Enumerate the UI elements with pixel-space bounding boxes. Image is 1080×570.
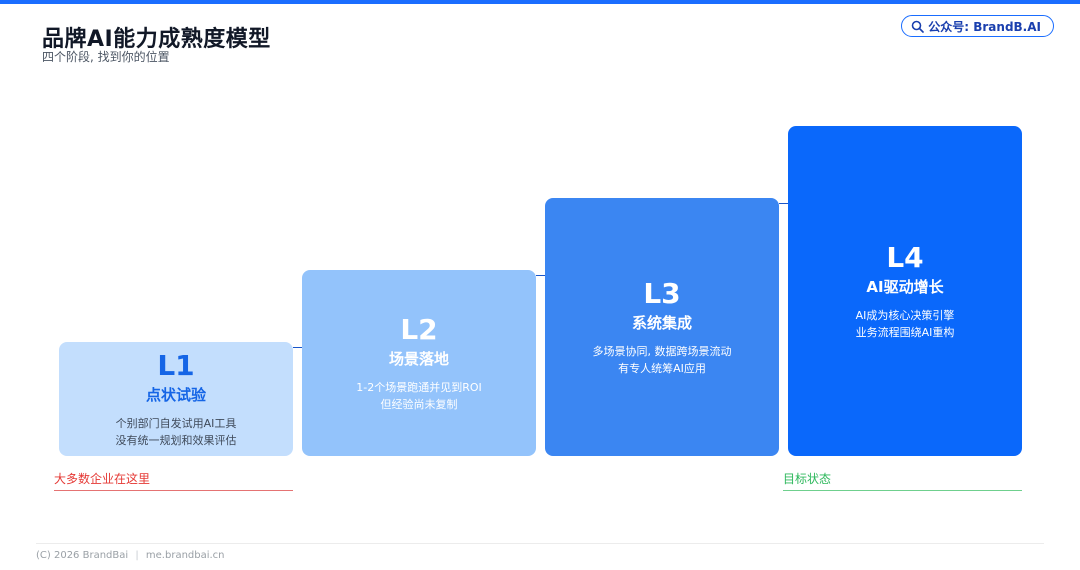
stage-l2-card: L2 场景落地 1-2个场景跑通并见到ROI 但经验尚未复制 xyxy=(302,270,536,456)
footer-site-link[interactable]: me.brandbai.cn xyxy=(146,550,225,561)
current-state-marker: 大多数企业在这里 xyxy=(54,470,293,491)
footer-divider xyxy=(36,543,1044,544)
stage-level: L1 xyxy=(157,348,195,382)
target-state-marker: 目标状态 xyxy=(783,470,1022,491)
stage-desc-line: 多场景协同, 数据跨场景流动 xyxy=(592,344,732,358)
footer: (C) 2026 BrandBai | me.brandbai.cn xyxy=(36,550,225,561)
stage-desc-line: 有专人统筹AI应用 xyxy=(618,361,706,375)
badge-text: 公众号: BrandB.AI xyxy=(928,19,1041,34)
stage-l1-card: L1 点状试验 个别部门自发试用AI工具 没有统一规划和效果评估 xyxy=(59,342,293,456)
stage-connector xyxy=(536,275,545,276)
stage-level: L2 xyxy=(400,312,438,346)
stage-l4-card: L4 AI驱动增长 AI成为核心决策引擎 业务流程围绕AI重构 xyxy=(788,126,1022,456)
top-accent-bar xyxy=(0,0,1080,4)
stage-name: 点状试验 xyxy=(145,385,206,404)
stage-name: AI驱动增长 xyxy=(866,277,944,296)
stage-name: 系统集成 xyxy=(631,313,692,332)
stage-connector xyxy=(293,347,302,348)
page-subtitle: 四个阶段, 找到你的位置 xyxy=(42,50,170,64)
stage-level: L3 xyxy=(643,276,681,310)
stage-desc-line: 没有统一规划和效果评估 xyxy=(115,433,237,447)
stage-desc-line: 1-2个场景跑通并见到ROI xyxy=(356,380,482,394)
account-badge[interactable]: 公众号: BrandB.AI xyxy=(901,15,1054,37)
stage-desc-line: 业务流程围绕AI重构 xyxy=(855,325,955,339)
stage-connector xyxy=(779,203,788,204)
search-icon xyxy=(911,20,925,33)
footer-copyright: (C) 2026 BrandBai xyxy=(36,550,129,561)
stage-level: L4 xyxy=(886,240,924,274)
stage-desc-line: 个别部门自发试用AI工具 xyxy=(115,416,237,430)
stage-desc-line: 但经验尚未复制 xyxy=(380,397,458,411)
stage-l3-card: L3 系统集成 多场景协同, 数据跨场景流动 有专人统筹AI应用 xyxy=(545,198,779,456)
stage-desc-line: AI成为核心决策引擎 xyxy=(855,308,955,322)
stage-name: 场景落地 xyxy=(388,349,449,368)
footer-separator: | xyxy=(135,550,139,561)
